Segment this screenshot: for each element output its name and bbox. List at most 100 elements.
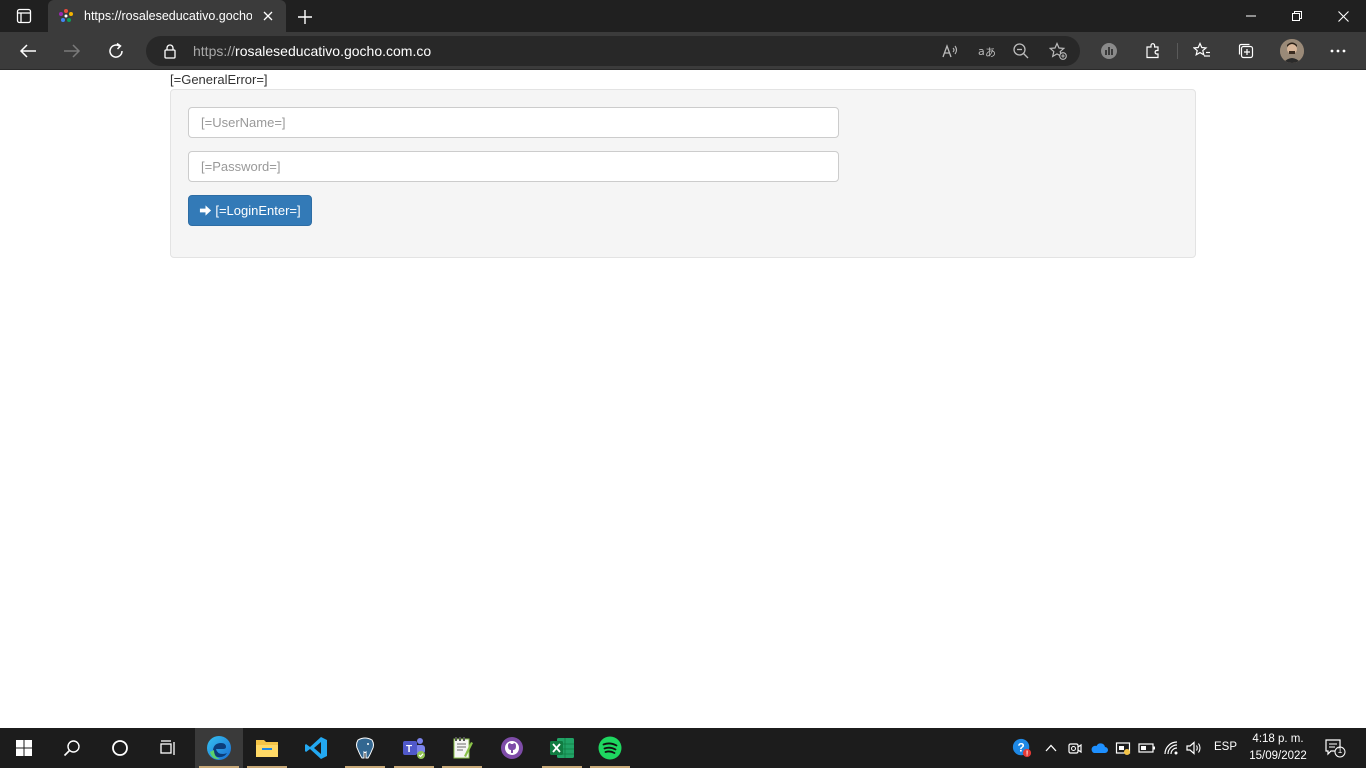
- wifi-icon: [1164, 741, 1178, 755]
- url-protocol: https://: [193, 43, 236, 59]
- speaker-icon: [1186, 741, 1201, 755]
- favorites-icon: [1193, 42, 1210, 57]
- network-button[interactable]: [1161, 738, 1181, 758]
- zoom-out-icon: [1013, 43, 1029, 59]
- profile-avatar[interactable]: [1280, 39, 1304, 63]
- start-button[interactable]: [0, 728, 48, 768]
- svg-text:T: T: [406, 744, 412, 755]
- task-view-icon: [160, 740, 175, 755]
- clock-date: 15/09/2022: [1249, 750, 1307, 762]
- show-hidden-icons-button[interactable]: [1041, 738, 1061, 758]
- onedrive-cloud-icon: [1091, 743, 1108, 753]
- search-icon: [63, 740, 80, 757]
- taskbar-file-explorer[interactable]: [243, 728, 291, 768]
- collections-button[interactable]: [1235, 40, 1257, 62]
- task-view-button[interactable]: [144, 728, 192, 768]
- back-button[interactable]: [13, 36, 43, 66]
- taskbar-teams[interactable]: T: [390, 728, 438, 768]
- svg-text:!: !: [1026, 749, 1028, 758]
- arrow-left-icon: [19, 44, 36, 58]
- clock-time: 4:18 p. m.: [1252, 733, 1304, 745]
- zoom-button[interactable]: [1012, 42, 1030, 60]
- read-aloud-icon: [942, 44, 958, 58]
- read-aloud-button[interactable]: [941, 42, 959, 60]
- tab-title: https://rosaleseducativo.gocho.co: [84, 9, 252, 23]
- puzzle-icon: [1146, 43, 1159, 59]
- settings-more-button[interactable]: [1327, 40, 1349, 62]
- restore-icon: [1292, 11, 1302, 21]
- address-bar[interactable]: https://rosaleseducativo.gocho.com.co aあ: [146, 36, 1080, 66]
- username-input[interactable]: [188, 107, 839, 138]
- login-panel: [=LoginEnter=]: [170, 89, 1196, 258]
- translate-icon: aあ: [978, 45, 995, 59]
- device-tray-button[interactable]: [1113, 738, 1133, 758]
- onedrive-button[interactable]: [1089, 738, 1109, 758]
- edge-icon: [207, 736, 231, 760]
- tab-actions-icon: [16, 8, 32, 24]
- browser-tab-bar: https://rosaleseducativo.gocho.co: [0, 0, 1366, 32]
- taskbar-notepad-plus[interactable]: [438, 728, 486, 768]
- taskbar-vscode[interactable]: [292, 728, 340, 768]
- cortana-icon: [112, 740, 128, 756]
- notepad-plus-plus-icon: [453, 737, 473, 759]
- battery-button[interactable]: [1137, 738, 1157, 758]
- password-input[interactable]: [188, 151, 839, 182]
- translate-button[interactable]: aあ: [977, 42, 995, 60]
- page-content: [=GeneralError=] [=LoginEnter=]: [0, 71, 1366, 728]
- restore-button[interactable]: [1274, 0, 1320, 32]
- more-horizontal-icon: [1330, 49, 1346, 53]
- arrow-right-icon: [64, 44, 81, 58]
- meet-now-button[interactable]: [1065, 738, 1085, 758]
- taskbar-edge[interactable]: [195, 728, 243, 768]
- plus-icon: [298, 10, 312, 24]
- add-favorite-button[interactable]: [1049, 42, 1067, 60]
- svg-text:あ: あ: [985, 46, 995, 59]
- cortana-button[interactable]: [96, 728, 144, 768]
- clock[interactable]: 4:18 p. m. 15/09/2022: [1244, 731, 1312, 765]
- url-text: https://rosaleseducativo.gocho.com.co: [193, 43, 431, 59]
- favorites-button[interactable]: [1191, 40, 1213, 62]
- notifications-button[interactable]: 1: [1323, 738, 1347, 758]
- general-error-message: [=GeneralError=]: [170, 72, 268, 87]
- teams-icon: T: [403, 738, 425, 759]
- login-button[interactable]: [=LoginEnter=]: [188, 195, 312, 226]
- new-tab-button[interactable]: [294, 6, 316, 28]
- taskbar-spotify[interactable]: [586, 728, 634, 768]
- device-sync-icon: [1115, 742, 1131, 755]
- windows-logo-icon: [16, 740, 32, 756]
- input-language-indicator[interactable]: ESP: [1214, 741, 1237, 753]
- camera-icon: [1068, 743, 1082, 754]
- browser-toolbar: https://rosaleseducativo.gocho.com.co aあ: [0, 32, 1366, 70]
- extension-button[interactable]: [1098, 40, 1120, 62]
- github-icon: [501, 737, 523, 759]
- close-icon: [263, 11, 273, 21]
- arrow-right-icon: [200, 205, 212, 216]
- postgresql-elephant-icon: [356, 737, 374, 759]
- login-button-label: [=LoginEnter=]: [215, 203, 301, 218]
- help-tray-button[interactable]: ?!: [1012, 738, 1032, 758]
- volume-button[interactable]: [1184, 738, 1204, 758]
- close-window-button[interactable]: [1320, 0, 1366, 32]
- tab-actions-button[interactable]: [10, 6, 38, 26]
- minimize-button[interactable]: [1228, 0, 1274, 32]
- taskbar-excel[interactable]: [538, 728, 586, 768]
- taskbar-pgadmin[interactable]: [341, 728, 389, 768]
- taskbar-github-desktop[interactable]: [488, 728, 536, 768]
- forward-button[interactable]: [57, 36, 87, 66]
- folder-icon: [256, 740, 278, 757]
- tab-close-button[interactable]: [260, 8, 276, 24]
- avatar-icon: [1280, 39, 1304, 63]
- site-favicon-icon: [59, 9, 73, 22]
- close-icon: [1337, 10, 1349, 22]
- help-alert-icon: ?!: [1012, 738, 1032, 758]
- browser-tab[interactable]: https://rosaleseducativo.gocho.co: [48, 0, 286, 32]
- extensions-button[interactable]: [1142, 40, 1164, 62]
- lock-icon[interactable]: [162, 43, 178, 59]
- search-button[interactable]: [48, 728, 96, 768]
- toolbar-separator: [1177, 43, 1178, 59]
- minimize-icon: [1246, 15, 1256, 17]
- collections-icon: [1238, 43, 1254, 59]
- extension-badge-icon: [1101, 43, 1117, 59]
- refresh-button[interactable]: [101, 36, 131, 66]
- spotify-icon: [598, 736, 622, 760]
